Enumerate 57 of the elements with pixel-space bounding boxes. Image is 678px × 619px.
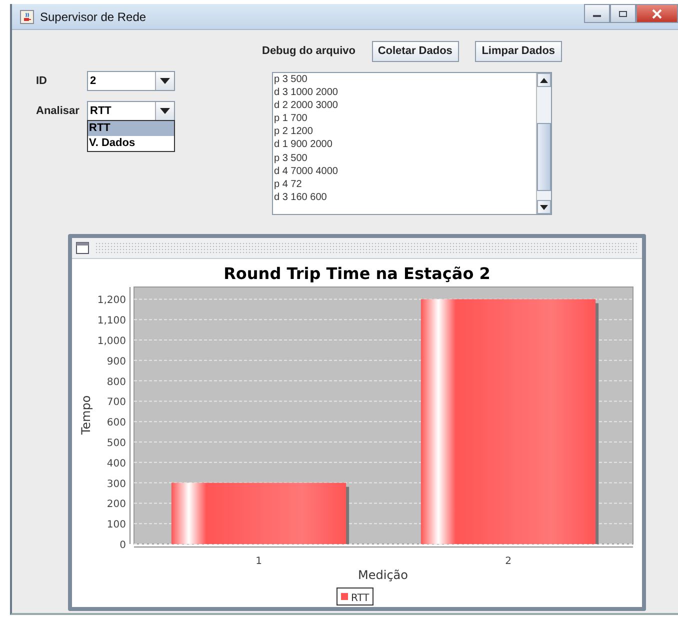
maximize-button[interactable]: [610, 4, 636, 23]
y-tick-label: 700: [106, 397, 126, 408]
y-tick-label: 1,000: [97, 336, 126, 347]
log-line: p 1 700: [273, 112, 308, 126]
minimize-button[interactable]: [584, 4, 610, 23]
action-button[interactable]: Limpar Dados: [474, 40, 562, 62]
window-icon: [76, 242, 89, 254]
scroll-thumb[interactable]: [537, 123, 551, 191]
close-button[interactable]: [636, 4, 678, 23]
y-tick-label: 100: [106, 520, 126, 531]
y-tick-label: 0: [120, 540, 126, 551]
caret-icon: [160, 78, 170, 84]
log-line: d 2 2000 3000: [273, 99, 339, 112]
down-arrow-icon: [540, 204, 548, 210]
log-line: p 3 500: [273, 152, 308, 165]
id-dropdown[interactable]: 2: [87, 71, 175, 91]
window-title: Supervisor de Rede: [40, 10, 146, 24]
x-tick-label: 1: [256, 556, 262, 567]
y-tick-label: 300: [106, 478, 126, 490]
analyze-dropdown[interactable]: RTT: [87, 101, 175, 121]
dropdown-option[interactable]: V. Dados: [88, 136, 174, 151]
java-cup-icon: [20, 10, 34, 24]
log-line: d 3 160 600: [273, 190, 328, 204]
y-tick-label: 900: [106, 356, 126, 368]
chart-title: Round Trip Time na Estação 2: [224, 264, 490, 283]
close-icon: [651, 8, 663, 18]
log-line: p 3 500: [273, 73, 308, 86]
debug-label: Debug do arquivo: [262, 45, 356, 57]
log-line: d 3 1000 2000: [273, 86, 339, 100]
scroll-up-button[interactable]: [537, 73, 551, 87]
y-axis-label: Tempo: [79, 395, 93, 435]
analyze-label: Analisar: [36, 104, 80, 119]
caret-icon: [160, 108, 170, 114]
log-line: d 1 900 2000: [273, 138, 334, 152]
title-bar-grip[interactable]: [95, 242, 638, 254]
dropdown-option[interactable]: RTT: [88, 121, 174, 136]
y-tick-label: 400: [106, 458, 126, 470]
y-tick-label: 200: [106, 499, 126, 510]
x-tick-label: 2: [505, 556, 512, 567]
log-line: p 4 72: [273, 178, 303, 191]
chart-legend: RTT: [336, 588, 374, 606]
y-tick-label: 1,100: [97, 316, 126, 327]
y-tick-label: 600: [106, 418, 126, 429]
vertical-scrollbar[interactable]: [536, 73, 551, 214]
y-tick-label: 500: [106, 438, 126, 449]
action-button[interactable]: Coletar Dados: [372, 40, 459, 62]
maximize-icon: [618, 10, 628, 18]
up-arrow-icon: [540, 78, 548, 82]
x-axis-label: Medição: [358, 568, 408, 582]
y-tick-label: 1,200: [97, 295, 126, 306]
log-line: p 2 1200: [273, 125, 314, 138]
debug-text-area[interactable]: p 3 500 d 3 1000 2000 d 2 2000 3000 p 1 700 p 2 1200 d 1 900 2000 p 3 500 d 4 7000 4000 p 4 72 d 3 160 600: [272, 72, 552, 215]
id-label: ID: [36, 74, 48, 89]
y-tick-label: 800: [106, 376, 126, 388]
legend-label: RTT: [351, 593, 370, 604]
log-line: d 4 7000 4000: [273, 164, 339, 178]
scroll-down-button[interactable]: [537, 200, 551, 214]
